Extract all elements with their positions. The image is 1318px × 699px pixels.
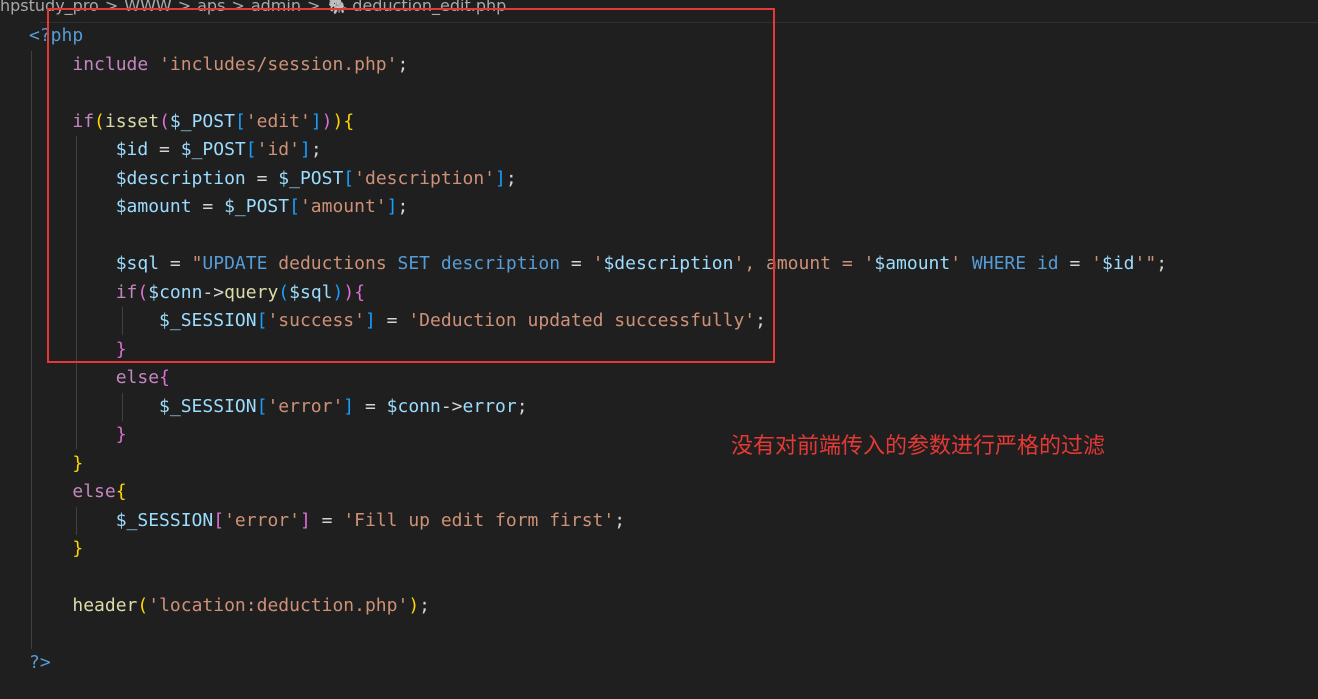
code-token: 'error' bbox=[267, 395, 344, 417]
annotation-note: 没有对前端传入的参数进行严格的过滤 bbox=[731, 434, 1106, 459]
code-token: = bbox=[1058, 253, 1092, 274]
code-token: ' bbox=[1091, 253, 1102, 274]
code-token: WHERE bbox=[971, 253, 1027, 274]
code-token: ) bbox=[408, 595, 420, 616]
code-line[interactable]: else{ bbox=[29, 364, 1167, 393]
code-token: = bbox=[354, 395, 387, 417]
code-token: { bbox=[115, 481, 127, 502]
code-token: -> bbox=[440, 395, 463, 417]
code-token: ; bbox=[614, 509, 626, 531]
code-line[interactable]: ​ bbox=[29, 564, 1167, 593]
code-token: ] bbox=[343, 395, 355, 417]
code-token: header bbox=[72, 595, 138, 616]
code-token: '" bbox=[1134, 253, 1157, 274]
code-token: { bbox=[159, 367, 170, 388]
code-line[interactable]: ​ bbox=[29, 621, 1167, 650]
code-token: $amount bbox=[874, 253, 951, 274]
code-token: $conn bbox=[386, 395, 441, 417]
code-line[interactable]: else{ bbox=[29, 478, 1167, 507]
code-token: error bbox=[462, 395, 517, 417]
code-token: else bbox=[115, 367, 160, 388]
code-token: $id bbox=[1102, 253, 1135, 274]
highlight-box bbox=[47, 8, 775, 363]
code-token: $_SESSION bbox=[115, 509, 214, 531]
code-token: [ bbox=[256, 395, 268, 417]
code-token: 'location:deduction.php' bbox=[148, 595, 409, 616]
code-token: ] bbox=[299, 509, 311, 531]
code-token: else bbox=[72, 481, 116, 502]
code-token: ( bbox=[137, 595, 149, 616]
code-token: ?> bbox=[29, 652, 51, 673]
code-line[interactable]: header('location:deduction.php'); bbox=[29, 592, 1167, 621]
code-token: 'Fill up edit form first' bbox=[343, 509, 615, 531]
code-line[interactable]: $_SESSION['error'] = 'Fill up edit form … bbox=[29, 507, 1167, 536]
code-line[interactable]: $_SESSION['error'] = $conn->error; bbox=[29, 393, 1167, 422]
code-token: [ bbox=[213, 509, 225, 531]
code-token: ; bbox=[516, 395, 528, 417]
code-token: ' bbox=[950, 253, 972, 274]
code-token: $_SESSION bbox=[159, 395, 257, 417]
code-token: = bbox=[310, 509, 344, 531]
code-token: } bbox=[115, 424, 127, 445]
code-token: 'error' bbox=[224, 509, 300, 531]
code-token: ; bbox=[1156, 253, 1168, 274]
code-token: } bbox=[72, 452, 84, 474]
code-line[interactable]: } bbox=[29, 535, 1167, 564]
code-token: ; bbox=[419, 595, 431, 616]
code-token: } bbox=[72, 538, 84, 559]
code-line[interactable]: ?> bbox=[29, 649, 1167, 678]
code-token: id bbox=[1036, 253, 1059, 274]
